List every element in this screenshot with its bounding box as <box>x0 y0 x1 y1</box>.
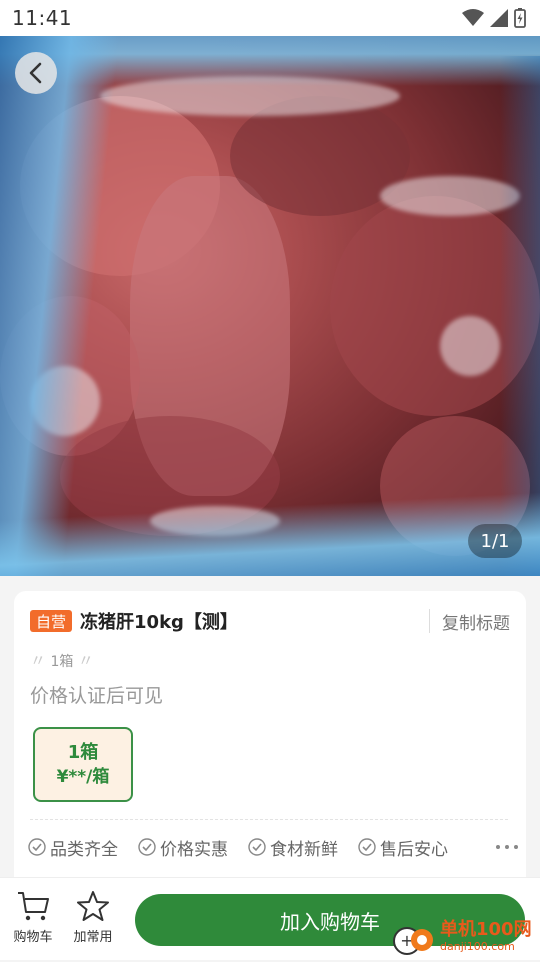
back-button[interactable] <box>15 52 57 94</box>
spec-option-unit: 1箱 <box>67 741 99 763</box>
guarantee-label: 食材新鲜 <box>270 839 338 860</box>
favorite-label: 加常用 <box>73 930 113 945</box>
cart-button[interactable]: 购物车 <box>7 890 59 945</box>
battery-icon <box>514 8 526 28</box>
spec-tag-text: 1箱 <box>50 654 74 670</box>
check-circle-icon <box>358 838 376 856</box>
add-favorite-button[interactable]: 加常用 <box>67 890 119 945</box>
price-note: 价格认证后可见 <box>30 685 164 707</box>
guarantee-label: 价格实惠 <box>160 839 228 860</box>
check-circle-icon <box>248 838 266 856</box>
cart-label: 购物车 <box>13 930 53 945</box>
status-bar: 11:41 <box>0 0 540 36</box>
watermark: + 单机100网 danji100.com <box>392 914 540 960</box>
title-row: 自营 冻猪肝10kg【测】 复制标题 <box>30 607 510 635</box>
more-icon[interactable] <box>496 845 518 849</box>
product-title: 冻猪肝10kg【测】 <box>80 612 238 633</box>
quote-close-icon: 〃 <box>77 651 94 670</box>
quote-open-icon: 〃 <box>30 651 47 670</box>
spec-option-price: ¥**/箱 <box>56 766 110 787</box>
status-time: 11:41 <box>12 6 73 30</box>
watermark-logo-icon: + <box>392 916 434 958</box>
watermark-text: 单机100网 <box>440 919 532 940</box>
cart-icon <box>18 892 49 921</box>
chevron-left-icon <box>29 62 42 84</box>
image-counter: 1/1 <box>468 524 522 558</box>
guarantee-item: 售后安心 <box>358 835 448 860</box>
spec-tag: 〃 1箱 〃 <box>30 647 94 671</box>
guarantee-item: 食材新鲜 <box>248 835 338 860</box>
wifi-icon <box>462 9 484 26</box>
check-circle-icon <box>28 838 46 856</box>
self-operated-badge: 自营 <box>30 610 73 632</box>
divider <box>30 819 508 820</box>
guarantee-list[interactable]: 品类齐全 价格实惠 食材新鲜 售后安心 <box>28 833 518 861</box>
copy-title-button[interactable]: 复制标题 <box>429 609 510 634</box>
check-circle-icon <box>138 838 156 856</box>
watermark-url: danji100.com <box>440 940 515 953</box>
guarantee-label: 品类齐全 <box>50 839 118 860</box>
guarantee-item: 价格实惠 <box>138 835 228 860</box>
guarantee-label: 售后安心 <box>380 839 448 860</box>
product-image[interactable] <box>0 36 540 576</box>
status-icons <box>462 8 526 28</box>
guarantee-item: 品类齐全 <box>28 835 118 860</box>
signal-icon <box>490 9 508 27</box>
bottom-action-bar: 购物车 加常用 加入购物车 + 单机100网 danji100.com <box>0 877 540 960</box>
spec-option[interactable]: 1箱 ¥**/箱 <box>33 727 133 802</box>
star-icon <box>77 891 109 921</box>
product-info-card: 自营 冻猪肝10kg【测】 复制标题 〃 1箱 〃 价格认证后可见 1箱 ¥**… <box>14 591 526 891</box>
